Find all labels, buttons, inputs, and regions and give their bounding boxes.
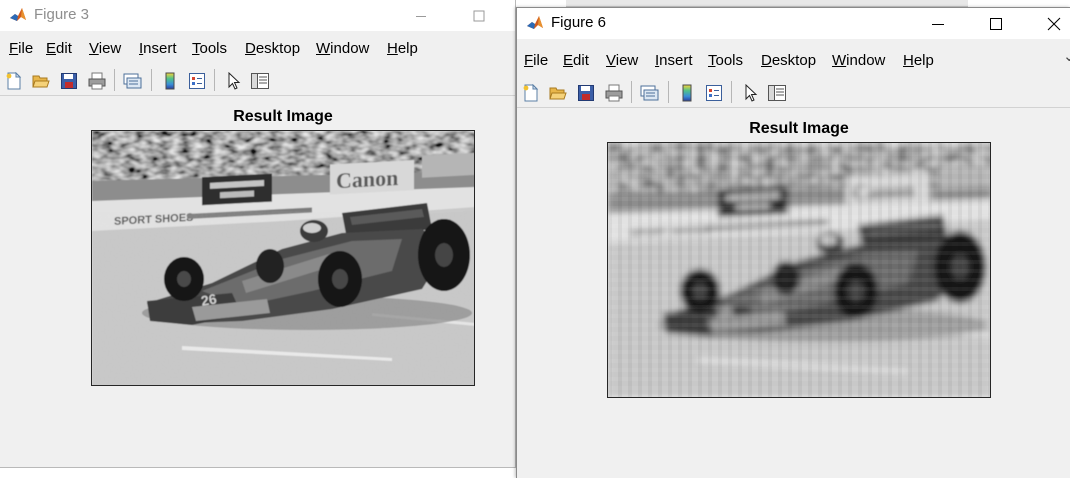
edit-plot-icon[interactable] — [740, 82, 762, 104]
menu-desktop[interactable]: Desktop — [761, 52, 816, 70]
figure-toolbar — [517, 76, 1070, 108]
menu-file[interactable]: File — [9, 40, 33, 58]
matlab-logo-icon — [9, 6, 27, 24]
insert-colorbar-icon[interactable] — [159, 70, 181, 92]
menu-help[interactable]: Help — [903, 52, 934, 70]
menu-insert[interactable]: Insert — [655, 52, 693, 70]
new-figure-icon[interactable] — [520, 82, 542, 104]
toolbar-separator — [214, 69, 215, 91]
toolbar-separator — [631, 81, 632, 103]
menu-bar: File Edit View Insert Tools Desktop Wind… — [517, 48, 1070, 72]
result-image[interactable] — [607, 142, 991, 398]
minimize-button[interactable] — [398, 0, 444, 31]
result-image[interactable] — [91, 130, 475, 386]
title-bar[interactable]: Figure 6 — [517, 8, 1070, 39]
axes-title: Result Image — [233, 108, 333, 125]
axes-title: Result Image — [749, 120, 849, 137]
menu-window[interactable]: Window — [316, 40, 369, 58]
figure-toolbar — [0, 64, 515, 96]
print-icon[interactable] — [603, 82, 625, 104]
edit-plot-icon[interactable] — [223, 70, 245, 92]
new-figure-icon[interactable] — [3, 70, 25, 92]
minimize-icon — [416, 15, 426, 17]
menu-edit[interactable]: Edit — [46, 40, 72, 58]
insert-legend-icon[interactable] — [703, 82, 725, 104]
menu-edit[interactable]: Edit — [563, 52, 589, 70]
window-title: Figure 6 — [551, 14, 607, 31]
save-icon[interactable] — [58, 70, 80, 92]
save-icon[interactable] — [575, 82, 597, 104]
close-icon — [1047, 17, 1061, 30]
link-plot-icon[interactable] — [638, 82, 660, 104]
window-title: Figure 3 — [34, 6, 90, 23]
figure-6-window[interactable]: Figure 6 File Edit View Insert Tools Des… — [516, 7, 1070, 478]
background-window-edge — [566, 0, 968, 7]
race-car-photo — [92, 131, 475, 386]
toolbar-separator — [668, 81, 669, 103]
menu-insert[interactable]: Insert — [139, 40, 177, 58]
maximize-button[interactable] — [456, 0, 502, 31]
menu-window[interactable]: Window — [832, 52, 885, 70]
matlab-logo-icon — [526, 14, 544, 32]
menu-help[interactable]: Help — [387, 40, 418, 58]
menu-view[interactable]: View — [89, 40, 121, 58]
insert-colorbar-icon[interactable] — [676, 82, 698, 104]
property-inspector-icon[interactable] — [249, 70, 271, 92]
close-button[interactable] — [1031, 8, 1070, 39]
maximize-icon — [990, 17, 1002, 30]
toolbar-separator — [151, 69, 152, 91]
open-file-icon[interactable] — [30, 70, 52, 92]
menu-desktop[interactable]: Desktop — [245, 40, 300, 58]
maximize-icon — [473, 10, 485, 21]
print-icon[interactable] — [86, 70, 108, 92]
title-bar[interactable]: Figure 3 — [0, 0, 515, 31]
menu-tools[interactable]: Tools — [708, 52, 743, 70]
open-file-icon[interactable] — [547, 82, 569, 104]
toolbar-separator — [731, 81, 732, 103]
insert-legend-icon[interactable] — [186, 70, 208, 92]
link-plot-icon[interactable] — [121, 70, 143, 92]
toolbar-separator — [114, 69, 115, 91]
minimize-button[interactable] — [915, 8, 961, 39]
menu-tools[interactable]: Tools — [192, 40, 227, 58]
menu-bar: File Edit View Insert Tools Desktop Wind… — [0, 38, 515, 60]
maximize-button[interactable] — [973, 8, 1019, 39]
blurred-race-car-photo — [608, 143, 990, 397]
figure-3-window[interactable]: Figure 3 File Edit View Insert Tools Des… — [0, 0, 516, 468]
menu-file[interactable]: File — [524, 52, 548, 70]
menu-view[interactable]: View — [606, 52, 638, 70]
menubar-overflow-icon[interactable]: ⌄ — [1063, 48, 1070, 66]
property-inspector-icon[interactable] — [766, 82, 788, 104]
minimize-icon — [932, 23, 944, 25]
